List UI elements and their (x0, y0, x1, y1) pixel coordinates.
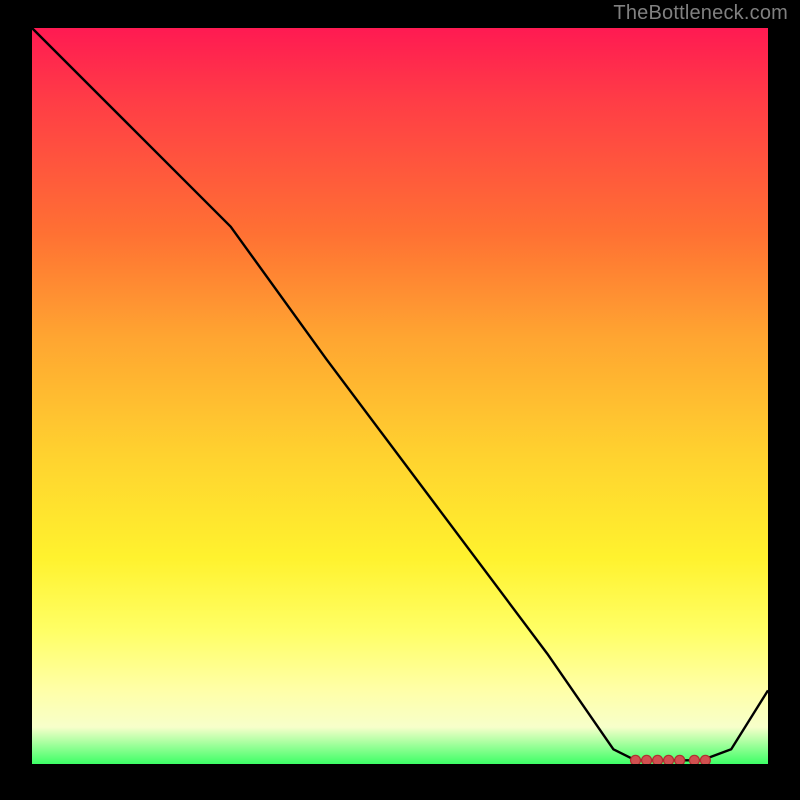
chart-frame: TheBottleneck.com (0, 0, 800, 800)
gradient-plot-area (32, 28, 768, 764)
attribution-label: TheBottleneck.com (613, 2, 788, 25)
